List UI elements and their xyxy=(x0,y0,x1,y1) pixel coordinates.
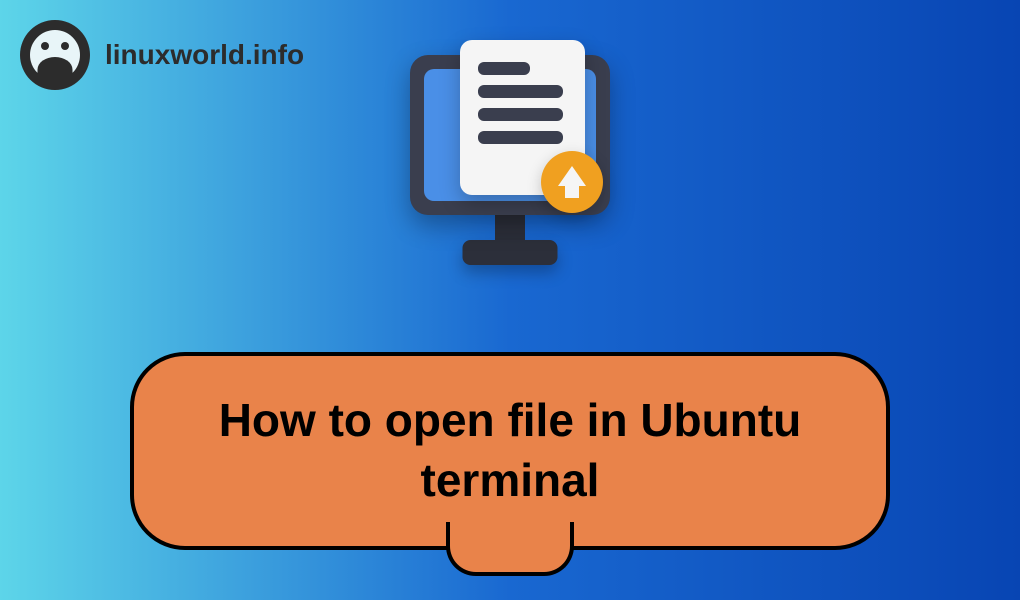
document-icon xyxy=(460,40,585,195)
site-header: linuxworld.info xyxy=(20,20,304,90)
title-banner: How to open file in Ubuntu terminal xyxy=(130,352,890,550)
arrow-up-icon xyxy=(558,166,586,186)
upload-badge-icon xyxy=(541,151,603,213)
article-title: How to open file in Ubuntu terminal xyxy=(184,391,836,511)
penguin-logo-icon xyxy=(20,20,90,90)
computer-upload-illustration xyxy=(390,45,630,305)
monitor-base xyxy=(463,240,558,265)
site-name-text: linuxworld.info xyxy=(105,39,304,71)
